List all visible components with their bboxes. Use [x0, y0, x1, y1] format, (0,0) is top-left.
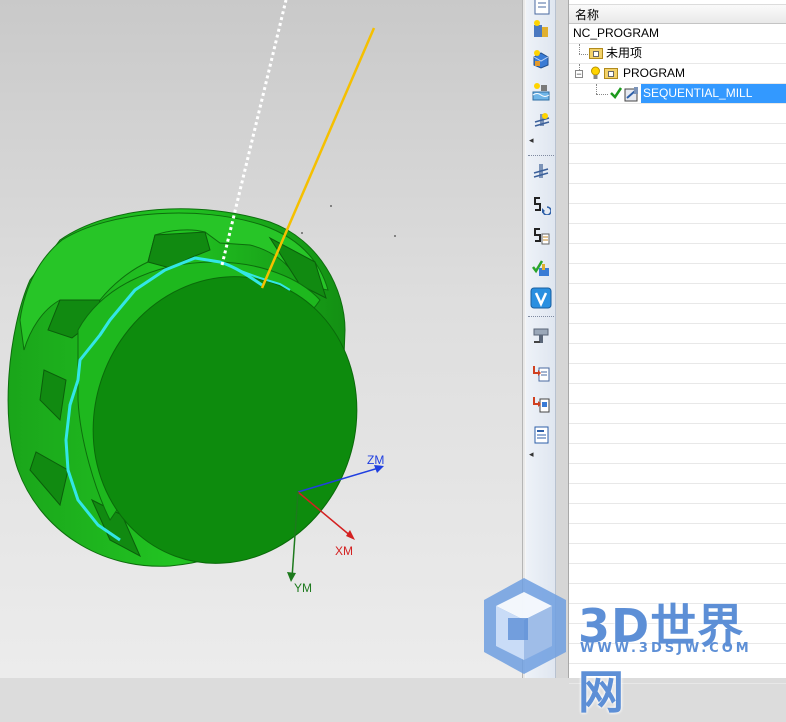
watermark-url: WWW.3DSJW.COM: [580, 641, 752, 656]
complete-check-icon: [609, 86, 623, 106]
empty-row: [569, 324, 786, 344]
tree-row-program[interactable]: − PROGRAM: [569, 64, 786, 84]
tree-row-sequential-mill[interactable]: SEQUENTIAL_MILL: [569, 84, 786, 104]
watermark-title: 3D世界网: [578, 599, 745, 719]
empty-row: [569, 404, 786, 424]
empty-row: [569, 544, 786, 564]
tree-line: [596, 94, 608, 95]
lightbulb-icon: [591, 66, 600, 86]
ym-axis-label: YM: [294, 581, 312, 595]
zm-axis-label: ZM: [367, 453, 385, 467]
tree-line: [596, 84, 597, 94]
empty-row: [569, 164, 786, 184]
create-program-icon[interactable]: [529, 0, 553, 18]
part-model: [7, 0, 396, 582]
verify-toolpath-icon[interactable]: [529, 256, 553, 280]
graphics-viewport[interactable]: ZM XM YM: [0, 0, 522, 678]
postprocess-icon[interactable]: [529, 361, 553, 385]
empty-row: [569, 504, 786, 524]
empty-row: [569, 244, 786, 264]
empty-row: [569, 424, 786, 444]
create-method-icon[interactable]: [529, 80, 553, 104]
vericut-icon[interactable]: [529, 286, 553, 310]
tree-line: [579, 44, 580, 54]
empty-row: [569, 264, 786, 284]
folder-icon: [589, 48, 603, 59]
generate-toolpath-icon[interactable]: [529, 160, 553, 184]
name-column-header[interactable]: 名称: [569, 4, 786, 24]
empty-row: [569, 444, 786, 464]
empty-row: [569, 204, 786, 224]
empty-row: [569, 364, 786, 384]
empty-row: [569, 224, 786, 244]
empty-row: [569, 184, 786, 204]
empty-row: [569, 464, 786, 484]
tree-item-label: 未用项: [606, 46, 643, 60]
tree-item-label: SEQUENTIAL_MILL: [643, 86, 753, 100]
toolbar-separator-2: [528, 316, 554, 317]
tree-row-nc-program[interactable]: NC_PROGRAM: [569, 24, 786, 44]
replay-toolpath-icon[interactable]: [529, 193, 553, 217]
create-operation-icon[interactable]: [529, 110, 553, 134]
empty-row: [569, 484, 786, 504]
toolbar-overflow-arrow-2[interactable]: ◂: [529, 450, 534, 460]
folder-icon: [604, 68, 618, 79]
empty-row: [569, 304, 786, 324]
empty-row: [569, 104, 786, 124]
simulate-machine-icon[interactable]: [529, 323, 553, 347]
collapse-toggle-icon[interactable]: −: [575, 70, 583, 79]
list-toolpath-icon[interactable]: [529, 224, 553, 248]
empty-row: [569, 384, 786, 404]
create-tool-icon[interactable]: [529, 17, 553, 41]
create-geometry-icon[interactable]: [529, 47, 553, 71]
empty-row: [569, 344, 786, 364]
tree-row-unused-items[interactable]: 未用项: [569, 44, 786, 64]
tree-line: [579, 54, 588, 55]
empty-row: [569, 524, 786, 544]
output-report-icon[interactable]: [529, 423, 553, 447]
tree-item-label: PROGRAM: [623, 66, 686, 80]
empty-row: [569, 124, 786, 144]
xm-axis-label: XM: [335, 544, 353, 558]
empty-row: [569, 144, 786, 164]
shop-docs-icon[interactable]: [529, 392, 553, 416]
toolbar-overflow-arrow[interactable]: ◂: [529, 136, 534, 146]
tree-item-label: NC_PROGRAM: [573, 26, 660, 40]
toolbar-separator: [528, 155, 554, 156]
empty-row: [569, 284, 786, 304]
